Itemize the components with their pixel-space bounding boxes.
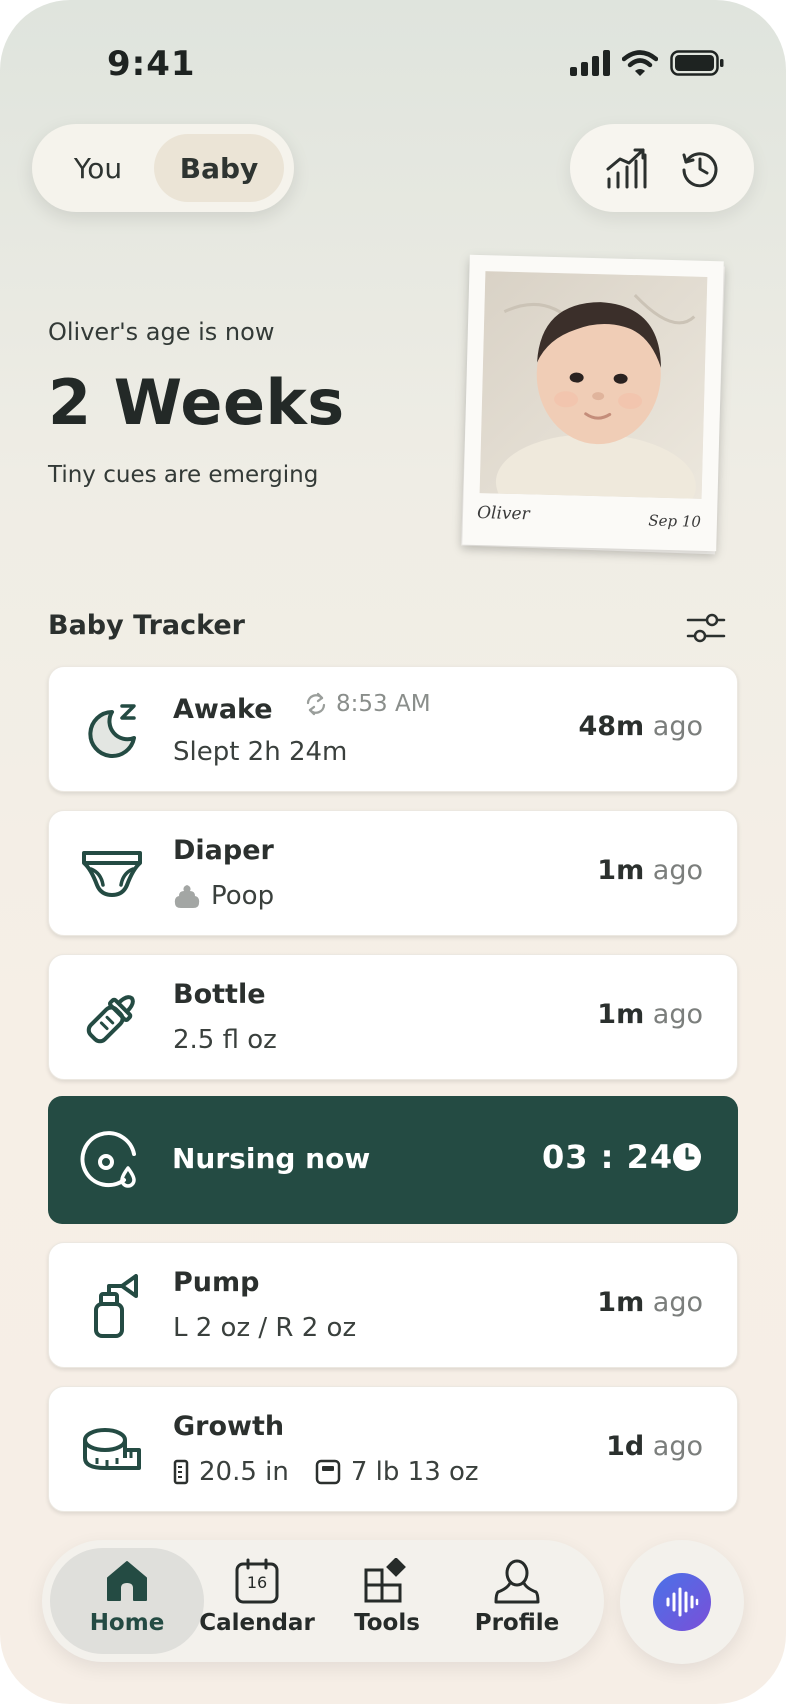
tracker-card-diaper[interactable]: Diaper Poop 1m ago — [48, 810, 738, 936]
nav-tab-calendar[interactable]: 16 Calendar — [192, 1558, 322, 1648]
nav-label-calendar: Calendar — [199, 1610, 315, 1636]
tracker-card-bottle[interactable]: Bottle 2.5 fl oz 1m ago — [48, 954, 738, 1080]
moon-icon — [77, 695, 147, 765]
photo-caption-name: Oliver — [476, 503, 530, 525]
sliders-icon[interactable] — [686, 608, 726, 648]
baby-photo-card[interactable]: Oliver Sep 10 — [462, 254, 724, 552]
diaper-icon — [77, 839, 147, 909]
status-time: 9:41 — [107, 44, 196, 84]
status-icons — [570, 50, 724, 76]
awake-ago: 48m ago — [578, 711, 703, 742]
nursing-active-card[interactable]: Nursing now 03 : 24 — [48, 1096, 738, 1224]
growth-ago: 1d ago — [606, 1431, 703, 1462]
diaper-title: Diaper — [173, 835, 274, 866]
history-icon[interactable] — [680, 148, 720, 188]
growth-detail-row: 20.5 in 7 lb 13 oz — [173, 1457, 479, 1487]
diaper-detail-row: Poop — [173, 881, 274, 911]
diaper-detail: Poop — [211, 881, 275, 911]
diaper-ago: 1m ago — [597, 855, 703, 886]
photo-caption-date: Sep 10 — [648, 511, 702, 531]
battery-icon — [670, 50, 724, 76]
nav-label-profile: Profile — [474, 1610, 560, 1636]
bottle-title: Bottle — [173, 979, 266, 1010]
bottle-ago: 1m ago — [597, 999, 703, 1030]
nav-label-home: Home — [89, 1610, 165, 1636]
chart-up-icon[interactable] — [605, 147, 647, 189]
age-subtitle: Tiny cues are emerging — [48, 462, 319, 488]
calendar-icon: 16 — [234, 1558, 280, 1604]
age-value: 2 Weeks — [48, 366, 345, 439]
clock-icon[interactable] — [672, 1142, 702, 1172]
toggle-baby[interactable]: Baby — [154, 134, 284, 202]
nav-tab-home[interactable]: Home — [62, 1558, 192, 1648]
awake-title: Awake 8:53 AM — [173, 691, 431, 725]
header-actions — [570, 124, 754, 212]
calendar-day-badge: 16 — [246, 1573, 268, 1592]
home-icon — [107, 1561, 147, 1601]
tracker-card-pump[interactable]: Pump L 2 oz / R 2 oz 1m ago — [48, 1242, 738, 1368]
pump-title: Pump — [173, 1267, 260, 1298]
nursing-icon — [80, 1131, 136, 1188]
tracker-title: Baby Tracker — [48, 610, 245, 641]
voice-assistant-button[interactable] — [620, 1540, 744, 1664]
toggle-you[interactable]: You — [42, 134, 154, 202]
awake-time-chip: 8:53 AM — [304, 691, 431, 717]
bottle-icon — [77, 983, 147, 1053]
repeat-icon — [306, 692, 326, 716]
growth-title: Growth — [173, 1411, 285, 1442]
tape-measure-icon — [77, 1415, 147, 1485]
pump-icon — [77, 1271, 147, 1341]
signal-icon — [570, 50, 610, 76]
poop-icon — [174, 885, 200, 908]
nursing-title: Nursing now — [172, 1142, 371, 1175]
profile-icon — [494, 1559, 540, 1604]
app-screen: 9:41 You Baby Oliver's age is now 2 Week… — [0, 0, 786, 1704]
wifi-icon — [622, 50, 658, 76]
pump-ago: 1m ago — [597, 1287, 703, 1318]
awake-detail: Slept 2h 24m — [173, 737, 348, 767]
bottle-detail: 2.5 fl oz — [173, 1025, 277, 1055]
nav-tab-profile[interactable]: Profile — [452, 1558, 582, 1648]
tracker-card-growth[interactable]: Growth 20.5 in 7 lb 13 oz 1d ago — [48, 1386, 738, 1512]
nav-tab-tools[interactable]: Tools — [322, 1558, 452, 1648]
tracker-card-awake[interactable]: Awake 8:53 AM Slept 2h 24m 48m ago — [48, 666, 738, 792]
voice-wave-icon — [653, 1573, 711, 1631]
growth-length: 20.5 in — [199, 1457, 289, 1487]
growth-weight: 7 lb 13 oz — [350, 1457, 479, 1487]
scale-icon — [315, 1459, 341, 1485]
tools-icon — [364, 1558, 406, 1603]
pump-detail: L 2 oz / R 2 oz — [173, 1313, 357, 1343]
baby-photo — [479, 271, 708, 499]
awake-start-time: 8:53 AM — [336, 691, 431, 717]
nursing-timer: 03 : 24 — [542, 1138, 674, 1176]
you-baby-toggle: You Baby — [32, 124, 294, 212]
awake-title-text: Awake — [173, 694, 273, 725]
age-prefix: Oliver's age is now — [48, 318, 275, 346]
bottom-nav: Home 16 Calendar Tools Profile — [42, 1540, 604, 1662]
ruler-icon — [173, 1459, 189, 1485]
nav-label-tools: Tools — [354, 1610, 420, 1636]
